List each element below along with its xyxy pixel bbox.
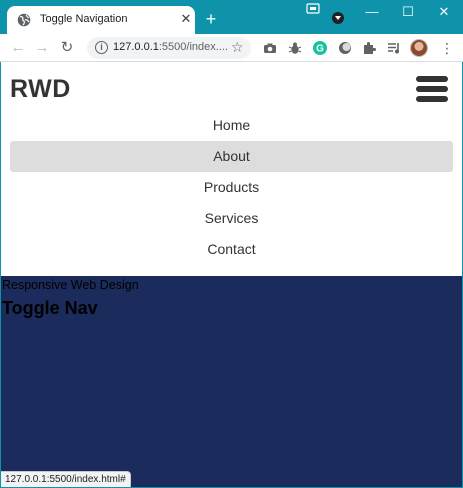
grammarly-icon[interactable]: G	[312, 40, 328, 56]
window-border	[0, 62, 1, 488]
url-host: 127.0.0.1	[113, 41, 159, 53]
site-nav: Home About Products Services Contact	[10, 110, 453, 265]
minimize-button[interactable]: —	[357, 0, 387, 24]
page-viewport: RWD Home About Products Services Contact…	[1, 62, 462, 487]
info-icon[interactable]: i	[95, 41, 108, 54]
tab-title: Toggle Navigation	[40, 13, 128, 25]
browser-toolbar: ← → ↻ i 127.0.0.1:5500/index.... ☆ G ⋮	[0, 34, 463, 62]
browser-tab[interactable]: Toggle Navigation ✕	[7, 6, 195, 34]
globe-icon	[17, 13, 31, 27]
hamburger-bar	[416, 86, 448, 92]
nav-item-services[interactable]: Services	[10, 203, 453, 234]
site-header: RWD Home About Products Services Contact	[1, 62, 462, 276]
media-control-icon[interactable]	[386, 40, 402, 56]
profile-avatar[interactable]	[410, 39, 428, 57]
nav-item-about[interactable]: About	[10, 141, 453, 172]
reload-icon[interactable]: ↻	[58, 39, 76, 57]
cast-icon[interactable]	[306, 3, 320, 15]
nav-item-products[interactable]: Products	[10, 172, 453, 203]
tab-close-button[interactable]: ✕	[179, 12, 193, 26]
page-subtitle: Responsive Web Design	[2, 278, 139, 292]
url-text: 127.0.0.1:5500/index....	[113, 41, 228, 53]
status-url-bubble: 127.0.0.1:5500/index.html#	[1, 471, 131, 487]
bug-icon[interactable]	[287, 40, 303, 56]
download-indicator-icon[interactable]	[332, 12, 344, 24]
puzzle-icon[interactable]	[361, 40, 377, 56]
new-tab-button[interactable]: +	[203, 10, 219, 28]
page-title: Toggle Nav	[2, 298, 98, 318]
back-arrow-icon[interactable]: ←	[9, 39, 27, 57]
nav-item-contact[interactable]: Contact	[10, 234, 453, 265]
svg-text:G: G	[316, 44, 324, 55]
site-logo[interactable]: RWD	[10, 75, 71, 104]
close-window-button[interactable]: ✕	[429, 0, 459, 24]
hamburger-icon[interactable]	[416, 76, 448, 102]
dark-mode-icon[interactable]	[337, 40, 353, 56]
url-path: :5500/index....	[158, 41, 228, 53]
forward-arrow-icon[interactable]: →	[33, 39, 51, 57]
camera-icon[interactable]	[262, 40, 278, 56]
more-menu-icon[interactable]: ⋮	[440, 40, 454, 56]
hamburger-bar	[416, 76, 448, 82]
maximize-button[interactable]: ☐	[393, 0, 423, 24]
address-bar[interactable]: i 127.0.0.1:5500/index.... ☆	[87, 37, 251, 59]
hamburger-bar	[416, 96, 448, 102]
star-icon[interactable]: ☆	[231, 39, 244, 56]
browser-titlebar: Toggle Navigation ✕ + — ☐ ✕	[0, 0, 463, 34]
nav-item-home[interactable]: Home	[10, 110, 453, 141]
